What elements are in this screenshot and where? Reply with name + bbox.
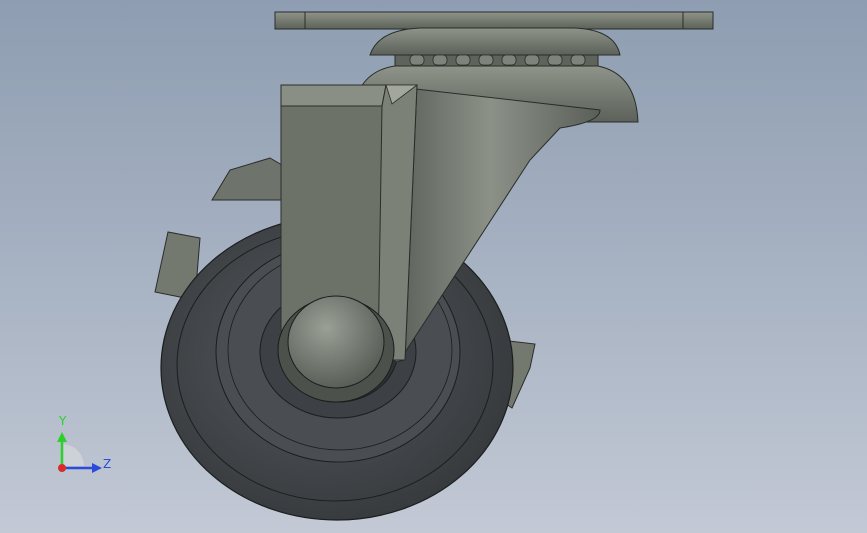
y-axis-label: Y (59, 414, 67, 428)
caster-model[interactable] (0, 0, 867, 533)
z-axis-label: Z (103, 457, 112, 471)
3d-graphics-viewport[interactable]: Y Z (0, 0, 867, 533)
coordinate-triad (57, 432, 102, 473)
mounting-plate (274, 11, 714, 30)
